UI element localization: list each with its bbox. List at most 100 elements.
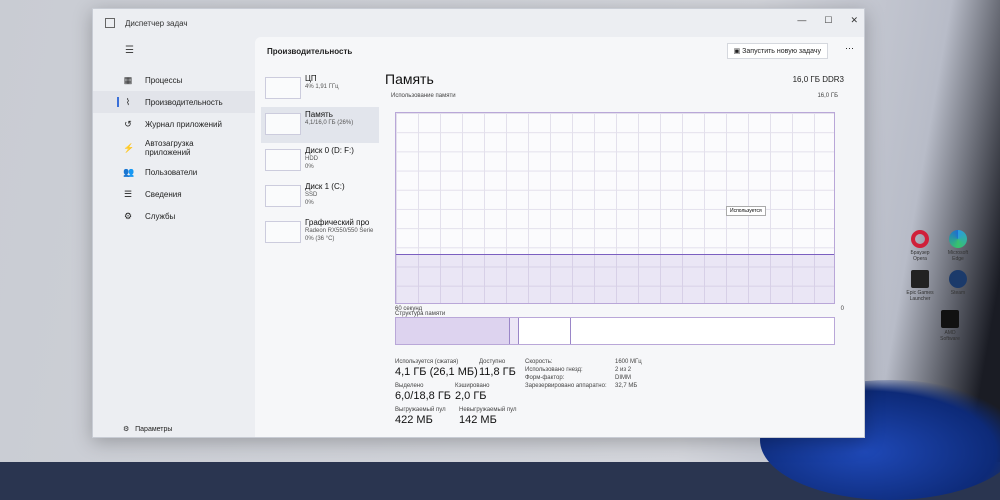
services-icon: ⚙ [123, 210, 133, 221]
modified-segment [509, 318, 519, 344]
desktop-icon-opera[interactable]: Браузер Opera [905, 230, 935, 262]
sidebar-item-label: Журнал приложений [145, 119, 222, 129]
memory-thumbnail-graph [265, 113, 301, 135]
property-row: Использовано гнезд: 2 из 2 [525, 367, 725, 375]
device-name: ЦП [305, 74, 317, 83]
stat-value: 6,0/18,8 ГБ [395, 390, 451, 402]
minimize-button[interactable]: — [797, 15, 806, 26]
disk1-thumbnail-graph [265, 185, 301, 207]
icon-label: Браузер Opera [910, 250, 930, 262]
run-task-icon: ▣ [733, 48, 741, 55]
steam-icon [949, 270, 967, 288]
icon-label: Epic Games Launcher [906, 290, 934, 302]
amd-icon [941, 310, 959, 328]
device-name: Графический про [305, 218, 370, 227]
more-options-button[interactable]: ··· [845, 43, 854, 53]
device-disk-0[interactable]: Диск 0 (D: F:) HDD 0% [261, 143, 379, 179]
run-new-task-button[interactable]: ▣ Запустить новую задачу [726, 43, 828, 59]
task-manager-window: Диспетчер задач — ☐ ✕ ☰ ▦ Процессы ⌇ Произ… [92, 8, 865, 438]
epic-icon [911, 270, 929, 288]
stat-label: Доступно [479, 359, 506, 365]
desktop-icon-steam[interactable]: Steam [943, 270, 973, 296]
sidebar-item-label: Процессы [145, 75, 183, 85]
property-key: Скорость: [525, 359, 553, 365]
property-key: Форм-фактор: [525, 375, 565, 381]
cpu-thumbnail-graph [265, 77, 301, 99]
property-value: DIMM [615, 375, 631, 381]
desktop-icon-edge[interactable]: Microsoft Edge [943, 230, 973, 262]
device-name: Диск 0 (D: F:) [305, 146, 354, 155]
disk0-thumbnail-graph [265, 149, 301, 171]
tooltip: Используется [726, 206, 766, 216]
desktop-icon-amd[interactable]: AMD Software [935, 310, 965, 342]
min-label: 0 [840, 306, 844, 312]
sidebar-item-users[interactable]: 👥 Пользователи [93, 161, 255, 183]
device-name: Диск 1 (C:) [305, 182, 345, 191]
memory-composition-bar [395, 317, 835, 345]
memory-usage-graph: Используется [395, 112, 835, 304]
stat-label: Кэшировано [455, 383, 490, 389]
device-list: ЦП 4% 1,91 ГГц Память 4,1/16,0 ГБ (26%) Ди… [261, 71, 379, 251]
run-task-label: Запустить новую задачу [742, 48, 821, 55]
device-usage: 0% (36 °C) [305, 236, 335, 242]
property-row: Форм-фактор: DIMM [525, 375, 725, 383]
title-bar: Диспетчер задач — ☐ ✕ [93, 9, 864, 37]
sidebar-item-label: Автозагрузка приложений [145, 139, 194, 157]
stat-label: Выгружаемый пул [395, 407, 446, 413]
maximize-button[interactable]: ☐ [824, 15, 832, 26]
device-disk-1[interactable]: Диск 1 (C:) SSD 0% [261, 179, 379, 215]
stat-value: 11,8 ГБ [479, 366, 516, 378]
sidebar-item-label: Пользователи [145, 167, 198, 177]
edge-icon [949, 230, 967, 248]
property-row: Зарезервировано аппаратно: 32,7 МБ [525, 383, 725, 391]
property-value: 1600 МГц [615, 359, 642, 365]
sidebar-item-label: Производительность [145, 97, 223, 107]
settings-button[interactable]: ⚙ Параметры [123, 425, 172, 433]
device-detail: 4% 1,91 ГГц [305, 84, 339, 90]
sidebar-item-details[interactable]: ☰ Сведения [93, 183, 255, 205]
stat-label: Невыгружаемый пул [459, 407, 517, 413]
memory-panel: Память 16,0 ГБ DDR3 Использование памяти… [385, 71, 852, 437]
standby-segment [519, 318, 572, 344]
menu-icon[interactable]: ☰ [125, 45, 134, 56]
stat-label: Выделено [395, 383, 424, 389]
close-button[interactable]: ✕ [850, 15, 858, 26]
in-use-segment [396, 318, 510, 344]
device-detail: SSD [305, 192, 318, 198]
device-detail: HDD [305, 156, 318, 162]
device-detail: 4,1/16,0 ГБ (26%) [305, 120, 354, 126]
usage-label: Использование памяти [391, 93, 456, 99]
device-usage: 0% [305, 164, 314, 170]
window-title: Диспетчер задач [125, 18, 188, 28]
property-row: Скорость: 1600 МГц [525, 359, 725, 367]
property-value: 32,7 МБ [615, 383, 638, 389]
settings-label: Параметры [135, 426, 173, 433]
sidebar: ☰ ▦ Процессы ⌇ Производительность ↺ Журнал … [93, 37, 255, 437]
users-icon: 👥 [123, 166, 135, 177]
property-key: Использовано гнезд: [525, 367, 583, 373]
stat-value: 422 МБ [395, 414, 433, 426]
sidebar-item-processes[interactable]: ▦ Процессы [93, 69, 255, 91]
device-name: Память [305, 110, 333, 119]
memory-properties: Скорость: 1600 МГц Использовано гнезд: 2 и… [525, 359, 725, 391]
memory-usage-fill [396, 253, 834, 303]
startup-icon: ⚡ [123, 142, 135, 153]
free-segment [571, 318, 834, 344]
device-detail: Radeon RX550/550 Serie [305, 228, 374, 234]
device-cpu[interactable]: ЦП 4% 1,91 ГГц [261, 71, 379, 107]
sidebar-item-performance[interactable]: ⌇ Производительность [93, 91, 255, 113]
device-usage: 0% [305, 200, 314, 206]
history-icon: ↺ [124, 118, 132, 129]
stat-value: 4,1 ГБ (26,1 МБ) [395, 366, 478, 378]
device-memory[interactable]: Память 4,1/16,0 ГБ (26%) [261, 107, 379, 143]
stat-label: Используется (сжатая) [395, 359, 459, 365]
sidebar-item-app-history[interactable]: ↺ Журнал приложений [93, 113, 255, 135]
property-value: 2 из 2 [615, 367, 632, 373]
memory-type: 16,0 ГБ DDR3 [792, 75, 844, 84]
desktop-icon-epic[interactable]: Epic Games Launcher [905, 270, 935, 302]
sidebar-item-services[interactable]: ⚙ Службы [93, 205, 255, 227]
opera-icon [911, 230, 929, 248]
max-label: 16,0 ГБ [817, 93, 838, 99]
sidebar-item-startup[interactable]: ⚡ Автозагрузка приложений [93, 135, 255, 161]
device-gpu[interactable]: Графический про Radeon RX550/550 Serie 0% … [261, 215, 379, 251]
